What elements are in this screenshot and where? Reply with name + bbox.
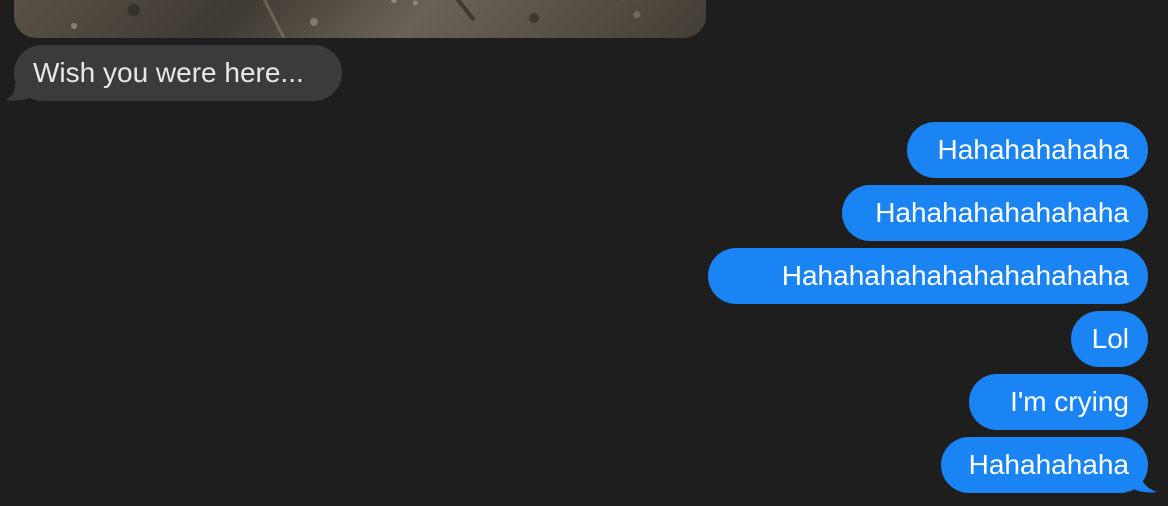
sent-message-bubble[interactable]: Hahahahaha <box>941 437 1148 493</box>
photo-attachment[interactable] <box>14 0 706 38</box>
message-transcript[interactable]: Wish you were here... Hahahahahaha Hahah… <box>0 0 1168 506</box>
photo-texture <box>71 0 624 38</box>
sent-message-bubble[interactable]: Hahahahahahahahahahaha <box>708 248 1148 304</box>
sent-bubble-tail <box>1131 474 1157 493</box>
sent-message-bubble[interactable]: Hahahahahaha <box>907 122 1148 178</box>
sent-message-bubble[interactable]: Lol <box>1071 311 1148 367</box>
received-message-bubble[interactable]: Wish you were here... <box>14 45 342 101</box>
sent-message-bubble[interactable]: I'm crying <box>969 374 1148 430</box>
sent-message-bubble[interactable]: Hahahahahahahaha <box>842 185 1148 241</box>
